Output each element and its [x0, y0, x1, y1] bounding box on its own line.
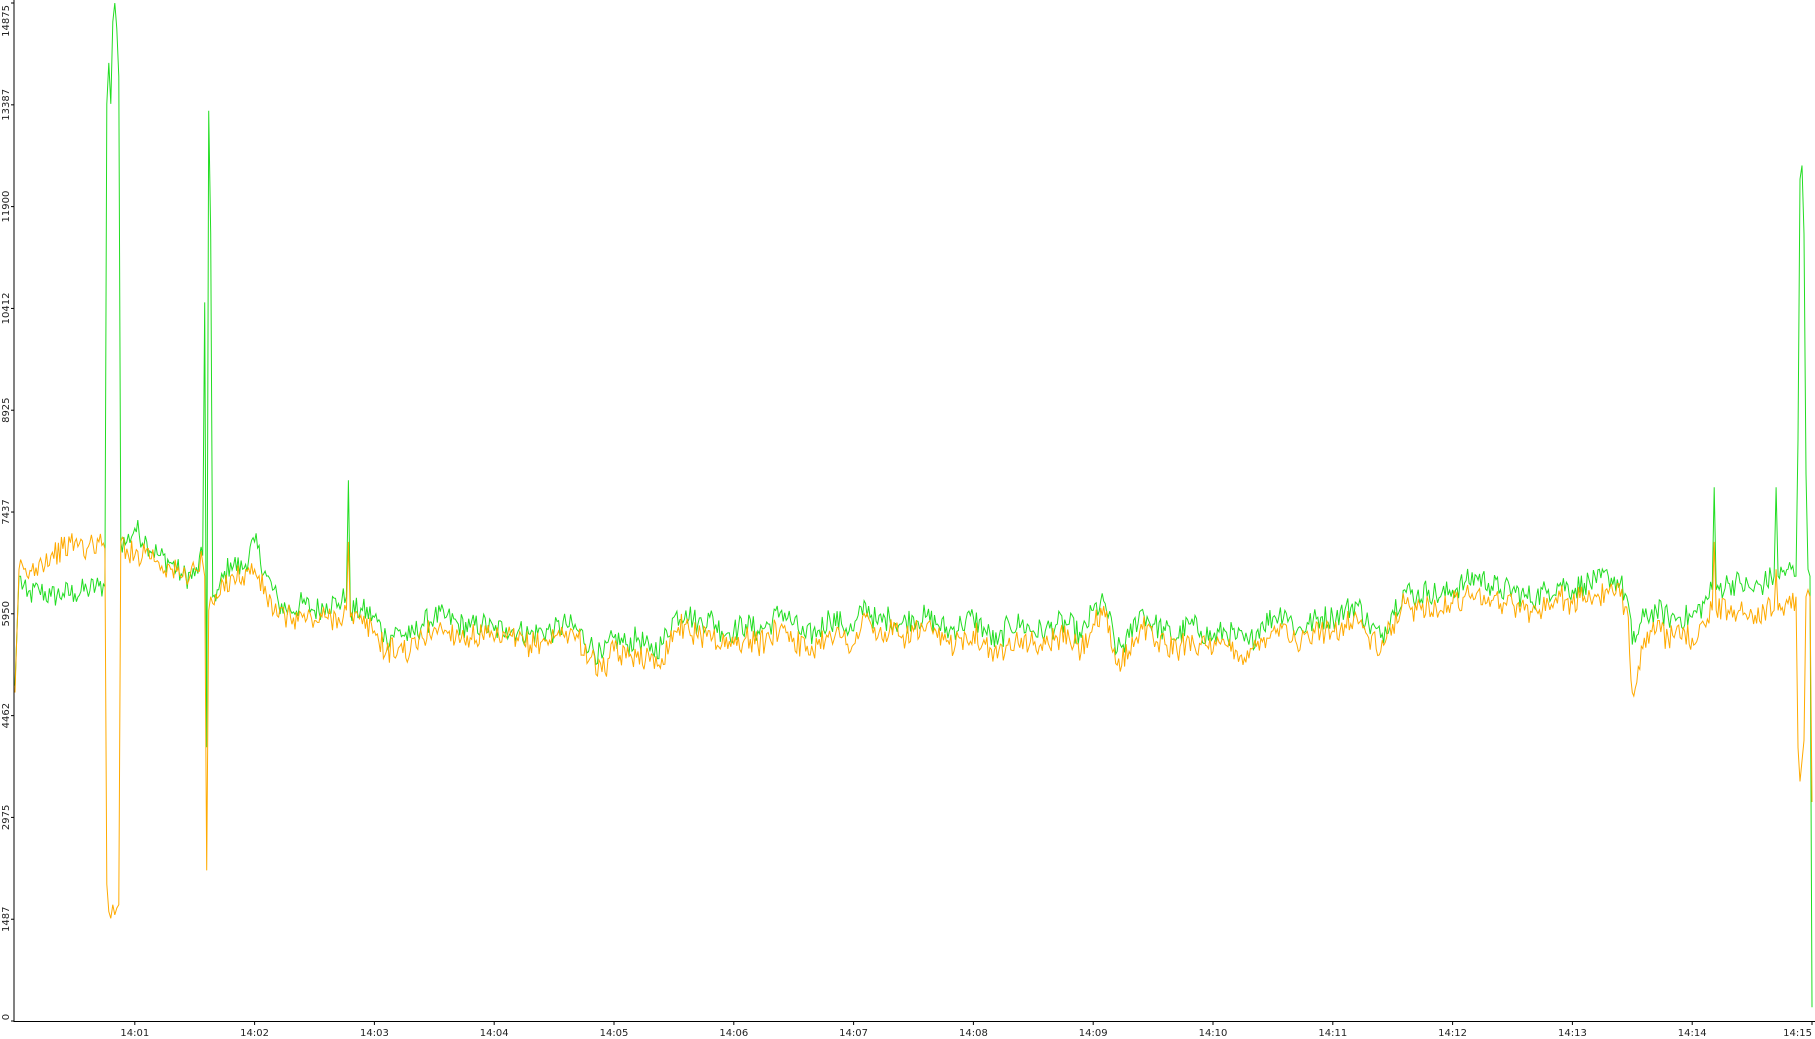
- line-chart: 0 1487 2975 4462 5950 7437 8925 10412 11900 13387…: [1, 0, 1815, 1039]
- y-tick-label: 13387: [1, 89, 12, 121]
- y-tick-label: 1487: [1, 907, 12, 932]
- x-tick-label: 14:11: [1318, 1028, 1347, 1039]
- x-tick-label: 14:15: [1783, 1028, 1812, 1039]
- y-tick-label: 8925: [1, 397, 12, 422]
- series-line-orange: [14, 533, 1813, 919]
- x-tick-label: 14:13: [1558, 1028, 1587, 1039]
- x-tick-label: 14:12: [1438, 1028, 1467, 1039]
- series-layer: [14, 2, 1813, 1008]
- y-tick-label: 14875: [1, 5, 12, 37]
- x-tick-label: 14:03: [360, 1028, 389, 1039]
- y-tick-label: 0: [1, 1014, 12, 1020]
- y-tick-label: 2975: [1, 805, 12, 830]
- x-tick-label: 14:01: [120, 1028, 149, 1039]
- x-tick-label: 14:07: [839, 1028, 868, 1039]
- series-line-green: [14, 2, 1813, 1008]
- x-tick-label: 14:09: [1079, 1028, 1108, 1039]
- y-axis-ticks: 0 1487 2975 4462 5950 7437 8925 10412 11900 13387…: [1, 2, 14, 1022]
- x-tick-label: 14:14: [1678, 1028, 1707, 1039]
- x-tick-label: 14:06: [719, 1028, 748, 1039]
- x-tick-label: 14:05: [600, 1028, 629, 1039]
- x-tick-label: 14:02: [240, 1028, 269, 1039]
- y-tick-label: 7437: [1, 499, 12, 524]
- x-tick-label: 14:08: [959, 1028, 988, 1039]
- y-tick-label: 4462: [1, 703, 12, 728]
- y-tick-label: 10412: [1, 293, 12, 325]
- y-tick-label: 5950: [1, 601, 12, 626]
- y-tick-label: 11900: [1, 191, 12, 223]
- x-tick-label: 14:10: [1199, 1028, 1228, 1039]
- x-axis-ticks: 14:01 14:02 14:03 14:04 14:05 14:06 14:07 14:08…: [120, 1021, 1813, 1039]
- x-tick-label: 14:04: [480, 1028, 509, 1039]
